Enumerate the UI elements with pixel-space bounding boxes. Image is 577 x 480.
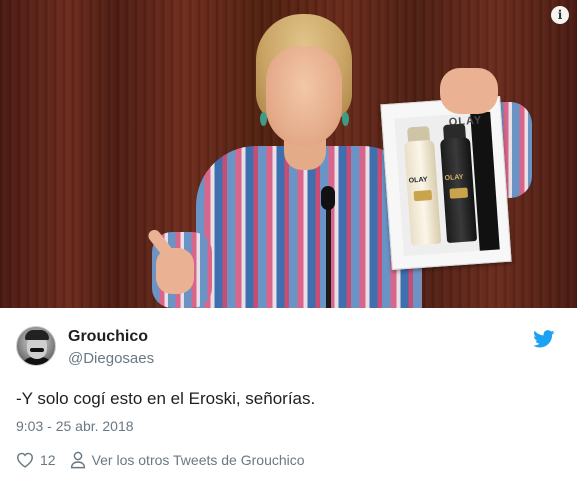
more-tweets-link[interactable]: Ver los otros Tweets de Grouchico (92, 452, 305, 468)
product-package: OLAY OLAY OLAY (394, 111, 500, 257)
tweet-actions: 12 Ver los otros Tweets de Grouchico (16, 450, 305, 470)
photo-subject: OLAY OLAY OLAY (0, 0, 577, 308)
avatar-hair (25, 330, 49, 340)
bottle-brand-label-cream: OLAY (408, 176, 428, 185)
tweet-timestamp[interactable]: 9:03 - 25 abr. 2018 (16, 418, 134, 434)
product-box: OLAY OLAY OLAY (380, 96, 512, 270)
avatar-mustache (30, 348, 44, 352)
info-icon[interactable]: i (551, 6, 569, 24)
bottle-badge-cream (413, 190, 433, 202)
tweet-card: OLAY OLAY OLAY i Grouchico @Diegosaes -Y… (0, 0, 577, 480)
heart-icon[interactable] (16, 452, 34, 468)
earring-right (342, 112, 349, 126)
person-icon[interactable] (70, 451, 86, 469)
tweet-text: -Y solo cogí esto en el Eroski, señorías… (16, 389, 316, 408)
hand-left (156, 248, 194, 294)
tweet-media-photo[interactable]: OLAY OLAY OLAY i (0, 0, 577, 308)
author-handle[interactable]: @Diegosaes (68, 350, 154, 367)
bottle-badge-black (449, 187, 469, 199)
microphone-stand-right (326, 200, 331, 308)
face (266, 46, 342, 146)
microphone-right (321, 186, 335, 210)
avatar[interactable] (16, 326, 56, 366)
twitter-bird-icon[interactable] (533, 330, 555, 348)
hand-right (440, 68, 498, 114)
author-display-name[interactable]: Grouchico (68, 328, 148, 346)
earring-left (260, 112, 267, 126)
bottle-brand-label-black: OLAY (444, 173, 464, 183)
like-count[interactable]: 12 (40, 452, 56, 468)
